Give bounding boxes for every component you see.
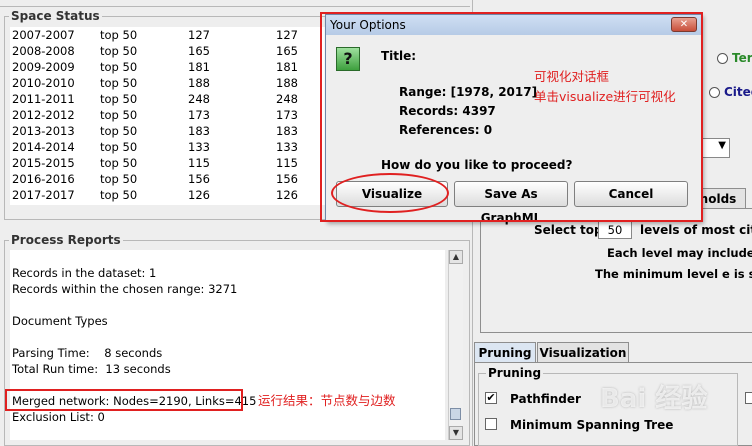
pruning-group-title: Pruning	[486, 366, 544, 380]
table-cell: 2007-2007	[12, 28, 75, 42]
doc-types-line: Document Types	[12, 314, 108, 328]
table-cell: 188	[188, 76, 210, 90]
table-cell: 248	[188, 92, 210, 106]
table-cell: top 50	[100, 156, 138, 170]
scroll-thumb[interactable]	[450, 408, 461, 420]
table-cell: 2016-2016	[12, 172, 75, 186]
process-reports-scrollbar[interactable]: ▲ ▼	[448, 250, 463, 440]
pathfinder-checkbox[interactable]: ✔	[485, 392, 497, 404]
table-cell: 156	[276, 172, 298, 186]
table-cell: 127	[188, 28, 210, 42]
table-cell: 133	[188, 140, 210, 154]
table-cell: 156	[188, 172, 210, 186]
mst-label: Minimum Spanning Tree	[510, 418, 674, 432]
result-annotation: 运行结果：节点数与边数	[258, 393, 396, 408]
table-cell: 2009-2009	[12, 60, 75, 74]
table-cell: top 50	[100, 76, 138, 90]
right-edge-checkbox[interactable]	[745, 392, 752, 404]
table-cell: top 50	[100, 140, 138, 154]
each-level-text: Each level may include mu	[607, 246, 752, 260]
select-top-value: 50	[607, 223, 623, 237]
process-reports-title: Process Reports	[9, 233, 123, 247]
tab-pruning-label: Pruning	[478, 346, 532, 360]
table-cell: 248	[276, 92, 298, 106]
table-cell: 181	[276, 60, 298, 74]
table-cell: top 50	[100, 108, 138, 122]
table-cell: 181	[188, 60, 210, 74]
radio-cited[interactable]	[709, 87, 720, 98]
parsing-time-line: Parsing Time: 8 seconds	[12, 346, 163, 360]
minimum-level-text: The minimum level e is set i	[595, 267, 752, 281]
mst-checkbox[interactable]	[485, 418, 497, 430]
merged-network-highlight	[5, 389, 243, 411]
table-cell: 173	[276, 108, 298, 122]
table-cell: 188	[276, 76, 298, 90]
visualize-highlight-ellipse	[331, 173, 449, 213]
levels-text: levels of most cited	[640, 223, 752, 237]
table-cell: 115	[276, 156, 298, 170]
select-top-label: Select top	[534, 223, 603, 237]
scroll-up-icon[interactable]: ▲	[449, 250, 463, 264]
table-cell: top 50	[100, 124, 138, 138]
table-cell: 126	[276, 188, 298, 202]
tab-visualization-label: Visualization	[539, 346, 627, 360]
tab-holds-label: holds	[699, 192, 737, 206]
table-cell: 173	[188, 108, 210, 122]
exclusion-list-line: Exclusion List: 0	[12, 410, 105, 424]
table-cell: top 50	[100, 28, 138, 42]
table-cell: 126	[188, 188, 210, 202]
tab-pruning[interactable]: Pruning	[474, 342, 536, 362]
table-cell: 183	[188, 124, 210, 138]
check-icon: ✔	[486, 391, 496, 404]
table-cell: 165	[276, 44, 298, 58]
table-cell: 127	[276, 28, 298, 42]
select-top-input[interactable]: 50	[598, 221, 632, 239]
table-cell: top 50	[100, 188, 138, 202]
process-reports-textarea[interactable]: Records in the dataset: 1 Records within…	[10, 250, 445, 440]
table-cell: 2008-2008	[12, 44, 75, 58]
table-cell: 2011-2011	[12, 92, 75, 106]
radio-ter[interactable]	[717, 53, 728, 64]
chevron-down-icon: ▼	[718, 140, 726, 151]
table-cell: 2013-2013	[12, 124, 75, 138]
radio-cited-label: Cited	[724, 85, 752, 99]
table-cell: 2015-2015	[12, 156, 75, 170]
table-cell: top 50	[100, 92, 138, 106]
table-cell: 2010-2010	[12, 76, 75, 90]
total-run-time-line: Total Run time: 13 seconds	[12, 362, 171, 376]
table-cell: 2014-2014	[12, 140, 75, 154]
pathfinder-label: Pathfinder	[510, 392, 581, 406]
table-cell: 165	[188, 44, 210, 58]
table-cell: top 50	[100, 44, 138, 58]
radio-ter-label: Ter	[732, 51, 752, 65]
table-cell: top 50	[100, 172, 138, 186]
table-cell: 2012-2012	[12, 108, 75, 122]
records-dataset-line: Records in the dataset: 1	[12, 266, 157, 280]
table-cell: top 50	[100, 60, 138, 74]
table-cell: 2017-2017	[12, 188, 75, 202]
tab-visualization[interactable]: Visualization	[537, 342, 629, 362]
records-range-line: Records within the chosen range: 3271	[12, 282, 238, 296]
table-cell: 115	[188, 156, 210, 170]
space-status-title: Space Status	[9, 9, 102, 23]
table-cell: 133	[276, 140, 298, 154]
top-divider	[0, 6, 470, 7]
baidu-watermark: Bai 经验	[600, 384, 708, 414]
scroll-down-icon[interactable]: ▼	[449, 426, 463, 440]
table-cell: 183	[276, 124, 298, 138]
